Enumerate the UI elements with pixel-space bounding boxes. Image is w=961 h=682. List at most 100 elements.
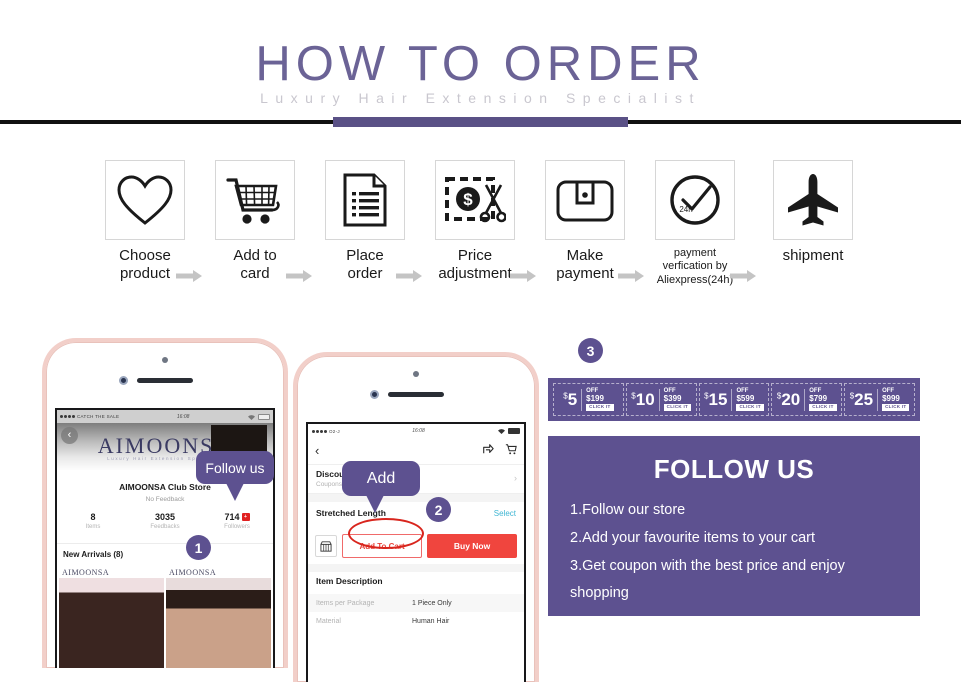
cart-icon[interactable] — [505, 443, 517, 458]
coupon-amount: $5 — [563, 390, 578, 409]
coupon-threshold: $799 — [809, 393, 828, 403]
arrow-icon-5 — [618, 270, 644, 282]
signal-dots-icon — [60, 415, 75, 418]
coupon-amount: $10 — [631, 390, 655, 409]
step-icon-box — [325, 160, 405, 240]
coupon-divider — [658, 388, 660, 411]
phone-camera — [370, 390, 379, 399]
status-time: 16:08 — [176, 413, 190, 420]
step-shipment: shipment — [766, 160, 860, 265]
coupon-item[interactable]: $15 OFF $599 CLICK IT — [698, 383, 770, 416]
stat-items[interactable]: 8 Items — [57, 512, 129, 543]
page-title: HOW TO ORDER — [255, 37, 706, 91]
signal-dots-icon — [312, 429, 327, 433]
follow-us-step: 2.Add your favourite items to your cart — [570, 529, 815, 546]
phone-sensor — [413, 371, 419, 377]
coupon-cta[interactable]: CLICK IT — [882, 404, 910, 411]
buy-now-button[interactable]: Buy Now — [427, 534, 517, 558]
coupon-item[interactable]: $5 OFF $199 CLICK IT — [553, 383, 624, 416]
stat-label: Feedbacks — [150, 524, 180, 530]
coupon-cta[interactable]: CLICK IT — [586, 404, 614, 411]
coupon-divider — [804, 388, 806, 411]
cart-icon — [226, 178, 280, 224]
document-icon — [343, 173, 387, 227]
followers-badge: + — [241, 513, 250, 521]
phone-mockup-product: O2-J 16:08 ‹ Discounts Coupons › Stretch… — [293, 352, 539, 682]
carrier-label: CATCH THE SALE — [77, 414, 120, 419]
step-price-adjustment: $ Price adjustment — [428, 160, 522, 282]
coupon-divider — [877, 388, 879, 411]
coupon-detail: OFF $199 CLICK IT — [586, 388, 614, 411]
phone-mockup-store: CATCH THE SALE 16:08 ‹ AIMOONSA Luxury H… — [42, 338, 288, 668]
coupon-detail: OFF $599 CLICK IT — [736, 388, 764, 411]
step-icon-box: $ — [435, 160, 515, 240]
phone2-nav-bar: ‹ — [308, 438, 524, 462]
stat-label: Items — [85, 524, 101, 530]
back-chevron-icon[interactable]: ‹ — [315, 443, 319, 458]
item-description-heading: Item Description — [316, 576, 383, 586]
stat-followers[interactable]: 714 + Followers — [201, 512, 273, 543]
coupon-detail: OFF $399 CLICK IT — [663, 388, 692, 411]
phone-mockups: CATCH THE SALE 16:08 ‹ AIMOONSA Luxury H… — [0, 330, 548, 682]
airplane-icon — [788, 174, 838, 226]
coupon-threshold: $199 — [586, 393, 604, 403]
add-to-cart-highlight-ellipse — [348, 518, 424, 549]
phone2-status-bar: O2-J 16:08 — [308, 424, 524, 438]
coupon-cta[interactable]: CLICK IT — [736, 404, 764, 411]
stretched-length-title: Stretched Length — [316, 508, 386, 518]
coupon-detail: OFF $999 CLICK IT — [882, 388, 910, 411]
coupon-threshold: $999 — [882, 393, 900, 403]
price-tag-scissors-icon: $ — [445, 177, 506, 223]
step-icon-box — [773, 160, 853, 240]
callout-follow-us: Follow us — [196, 451, 274, 501]
heart-icon — [117, 175, 173, 225]
product-image — [59, 578, 164, 668]
coupon-cta[interactable]: CLICK IT — [663, 404, 692, 411]
step-label: payment verfication by Aliexpress(24h) — [656, 247, 734, 286]
battery-icon — [258, 413, 270, 420]
table-cell-value: Human Hair — [412, 617, 450, 625]
arrow-icon-2 — [286, 270, 312, 282]
coupon-amount: $15 — [704, 390, 728, 409]
table-cell-value: 1 Piece Only — [412, 599, 452, 607]
step-marker-3: 3 — [578, 338, 603, 363]
coupon-cta[interactable]: CLICK IT — [809, 404, 837, 411]
status-left: O2-J — [312, 429, 340, 434]
clock-check-24h-icon: 24h — [670, 175, 720, 225]
step-icon-box: 24h — [655, 160, 735, 240]
store-icon[interactable] — [315, 535, 337, 557]
follow-us-step: 1.Follow our store — [570, 502, 686, 518]
step-place-order: Place order — [318, 160, 412, 282]
step-icon-box — [215, 160, 295, 240]
status-time: 16:08 — [412, 428, 425, 434]
svg-text:$: $ — [463, 190, 473, 209]
coupon-item[interactable]: $25 OFF $999 CLICK IT — [844, 383, 915, 416]
step-marker-1: 1 — [186, 535, 211, 560]
table-row: Material Human Hair — [308, 612, 524, 630]
wallet-icon — [556, 180, 614, 222]
coupon-item[interactable]: $20 OFF $799 CLICK IT — [771, 383, 843, 416]
phone-camera — [119, 376, 128, 385]
phone2-screen: O2-J 16:08 ‹ Discounts Coupons › Stretch… — [306, 422, 526, 682]
store-stats-row: 8 Items 3035 Feedbacks 714 + Followers — [57, 512, 273, 544]
stat-value: 714 + — [201, 512, 273, 522]
product-grid: AIMOONSA AIMOONSA — [57, 566, 273, 668]
coupon-item[interactable]: $10 OFF $399 CLICK IT — [625, 383, 697, 416]
coupon-bar: $5 OFF $199 CLICK IT $10 OFF $399 CLICK … — [548, 378, 920, 421]
arrow-icon-3 — [396, 270, 422, 282]
product-card[interactable]: AIMOONSA — [59, 566, 164, 668]
item-description-table: Items per Package 1 Piece Only Material … — [308, 594, 524, 630]
step-payment-verification: 24h payment verfication by Aliexpress(24… — [648, 160, 742, 287]
select-link[interactable]: Select — [494, 509, 516, 518]
product-card[interactable]: AIMOONSA — [166, 566, 271, 668]
share-icon[interactable] — [482, 443, 494, 458]
phone-sensor — [162, 357, 168, 363]
table-row: Items per Package 1 Piece Only — [308, 594, 524, 612]
battery-icon — [508, 428, 520, 434]
arrow-icon-1 — [176, 270, 202, 282]
table-cell-key: Items per Package — [316, 599, 375, 607]
table-cell-key: Material — [316, 617, 341, 625]
step-icon-box — [105, 160, 185, 240]
coupon-amount: $25 — [849, 390, 874, 409]
follow-us-title: FOLLOW US — [653, 454, 815, 484]
